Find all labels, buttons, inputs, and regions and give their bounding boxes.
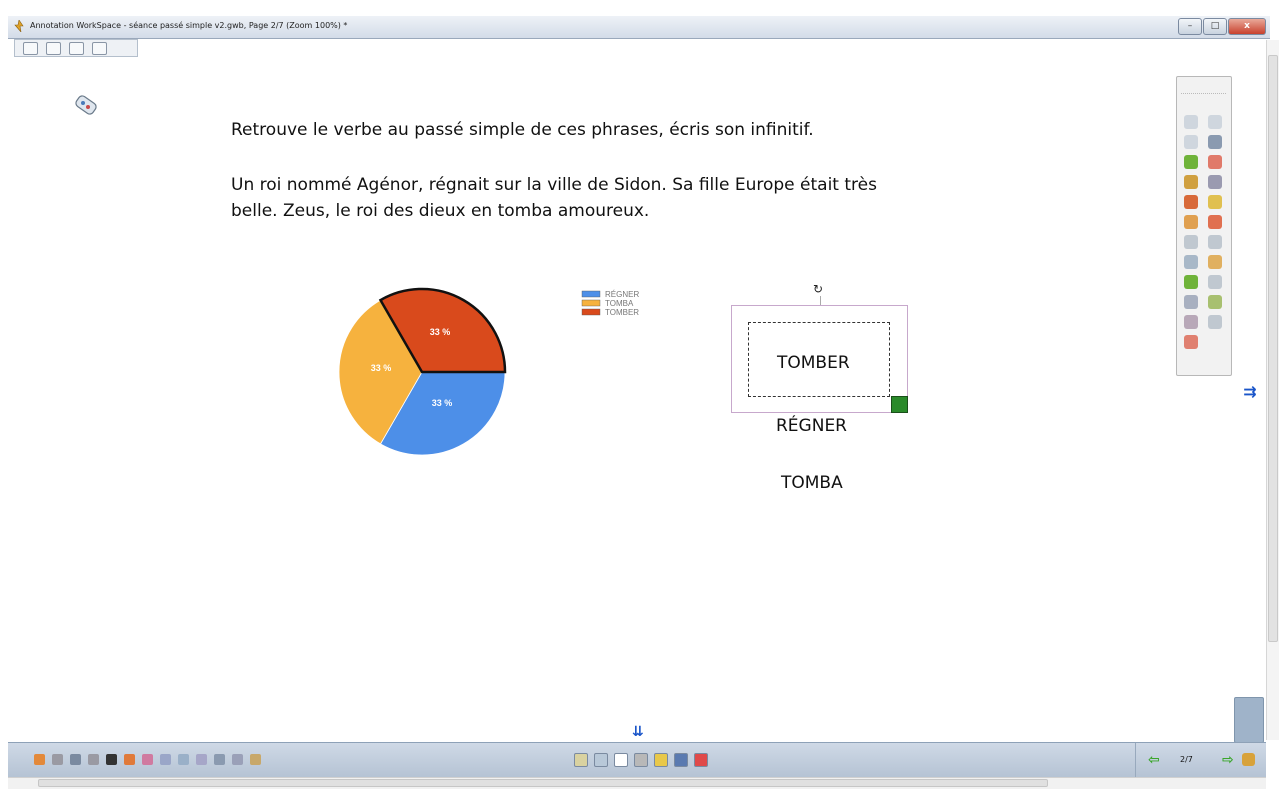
annotation-tool-icon-23[interactable] [1184,335,1198,349]
edit-icon[interactable] [69,41,84,55]
bottom-toolbar: ⇦ 2/7 ⇨ [8,742,1266,777]
bottom-tool-icon-3[interactable] [70,754,81,765]
legend-label-2: TOMBA [605,299,634,308]
annotation-tool-icon-3[interactable] [1184,135,1198,149]
page-tool-icon-2[interactable] [594,753,608,767]
arrows-right-icon[interactable]: ⇉ [1241,383,1259,401]
minus-icon[interactable] [46,41,61,55]
word-tomba[interactable]: TOMBA [781,473,843,493]
minimize-button[interactable]: – [1178,18,1202,35]
annotation-tool-icon-4[interactable] [1208,135,1222,149]
pie-chart[interactable]: 33 % 33 % 33 % RÉGNERTOMBATOMBER [330,285,660,465]
legend-swatch-3 [581,308,601,316]
bottom-tools-center [574,753,708,767]
window-title: Annotation WorkSpace - séance passé simp… [30,21,348,30]
word-regner[interactable]: RÉGNER [776,416,847,436]
bottom-tool-icon-10[interactable] [196,754,207,765]
resize-handle-icon[interactable] [891,396,908,413]
page-tool-icon-6[interactable] [674,753,688,767]
vertical-scroll-thumb[interactable] [1268,55,1278,642]
sentence-line-2: belle. Zeus, le roi des dieux en tomba a… [231,201,650,221]
annotation-tool-icon-13[interactable] [1184,235,1198,249]
annotation-tool-icon-1[interactable] [1184,115,1198,129]
annotation-tool-icon-14[interactable] [1208,235,1222,249]
page-tool-icon-5[interactable] [654,753,668,767]
page-tool-icon-3[interactable] [614,753,628,767]
bottom-tool-icon-13[interactable] [250,754,261,765]
legend-label-1: RÉGNER [605,290,639,299]
annotation-tool-icon-22[interactable] [1208,315,1222,329]
sentence-line-1: Un roi nommé Agénor, régnait sur la vill… [231,175,877,195]
annotation-tool-icon-10[interactable] [1208,195,1222,209]
page-tool-icon-1[interactable] [574,753,588,767]
annotation-tool-icon-5[interactable] [1184,155,1198,169]
bottom-tool-icon-12[interactable] [232,754,243,765]
annotation-tool-icon-6[interactable] [1208,155,1222,169]
maximize-button[interactable]: □ [1203,18,1227,35]
bottom-tool-icon-11[interactable] [214,754,225,765]
pie-data-label-1: 33 % [432,398,453,408]
page-options-icon[interactable] [1242,753,1255,766]
legend-swatch-1 [581,290,601,298]
bottom-tool-icon-4[interactable] [88,754,99,765]
legend-label-3: TOMBER [605,308,639,317]
close-button[interactable]: x [1228,18,1266,35]
horizontal-scroll-thumb[interactable] [38,779,1048,787]
app-icon [14,20,24,32]
copy-icon[interactable] [92,41,107,55]
top-toolbar [14,39,138,57]
page-tool-icon-4[interactable] [634,753,648,767]
page-navigator: ⇦ 2/7 ⇨ [1135,743,1267,777]
phone-icon[interactable] [70,95,100,119]
rotate-handle-icon[interactable]: ↻ [813,282,823,296]
annotation-tool-icon-9[interactable] [1184,195,1198,209]
annotation-tool-icon-2[interactable] [1208,115,1222,129]
annotation-tool-icon-15[interactable] [1184,255,1198,269]
annotation-tool-icon-20[interactable] [1208,295,1222,309]
page-indicator: 2/7 [1180,755,1193,764]
toolbar-tools [1184,115,1222,349]
rotate-handle-stem [820,296,821,305]
annotation-tool-icon-18[interactable] [1208,275,1222,289]
previous-page-icon[interactable]: ⇦ [1148,752,1160,768]
annotation-tool-icon-12[interactable] [1208,215,1222,229]
page-tool-icon-7[interactable] [694,753,708,767]
annotation-tool-icon-16[interactable] [1208,255,1222,269]
annotation-tool-icon-7[interactable] [1184,175,1198,189]
bottom-tool-icon-7[interactable] [142,754,153,765]
annotation-tool-icon-11[interactable] [1184,215,1198,229]
window-controls: – □ x [1178,18,1266,35]
window-titlebar[interactable]: Annotation WorkSpace - séance passé simp… [8,16,1270,39]
legend-swatch-2 [581,299,601,307]
annotation-tool-icon-17[interactable] [1184,275,1198,289]
pie-data-label-3: 33 % [430,327,451,337]
bottom-tool-icon-5[interactable] [106,754,117,765]
pie-data-label-2: 33 % [371,363,392,373]
annotation-tool-icon-21[interactable] [1184,315,1198,329]
bottom-tool-icon-8[interactable] [160,754,171,765]
annotation-tool-icon-19[interactable] [1184,295,1198,309]
arrows-down-icon[interactable]: ⇊ [632,724,644,740]
bottom-tool-icon-1[interactable] [34,754,45,765]
toolbar-grip-icon[interactable] [1181,81,1226,94]
bottom-tool-icon-9[interactable] [178,754,189,765]
add-page-icon[interactable] [23,41,38,55]
instruction-text: Retrouve le verbe au passé simple de ces… [231,120,814,140]
annotation-tool-icon-8[interactable] [1208,175,1222,189]
horizontal-scrollbar[interactable] [8,777,1266,789]
bottom-tool-icon-2[interactable] [52,754,63,765]
word-tomber[interactable]: TOMBER [777,353,850,373]
refresh-icon[interactable] [1234,697,1264,743]
bottom-tools-left [34,754,261,765]
annotation-toolbar [1176,76,1232,376]
bottom-tool-icon-6[interactable] [124,754,135,765]
next-page-icon[interactable]: ⇨ [1222,752,1234,768]
